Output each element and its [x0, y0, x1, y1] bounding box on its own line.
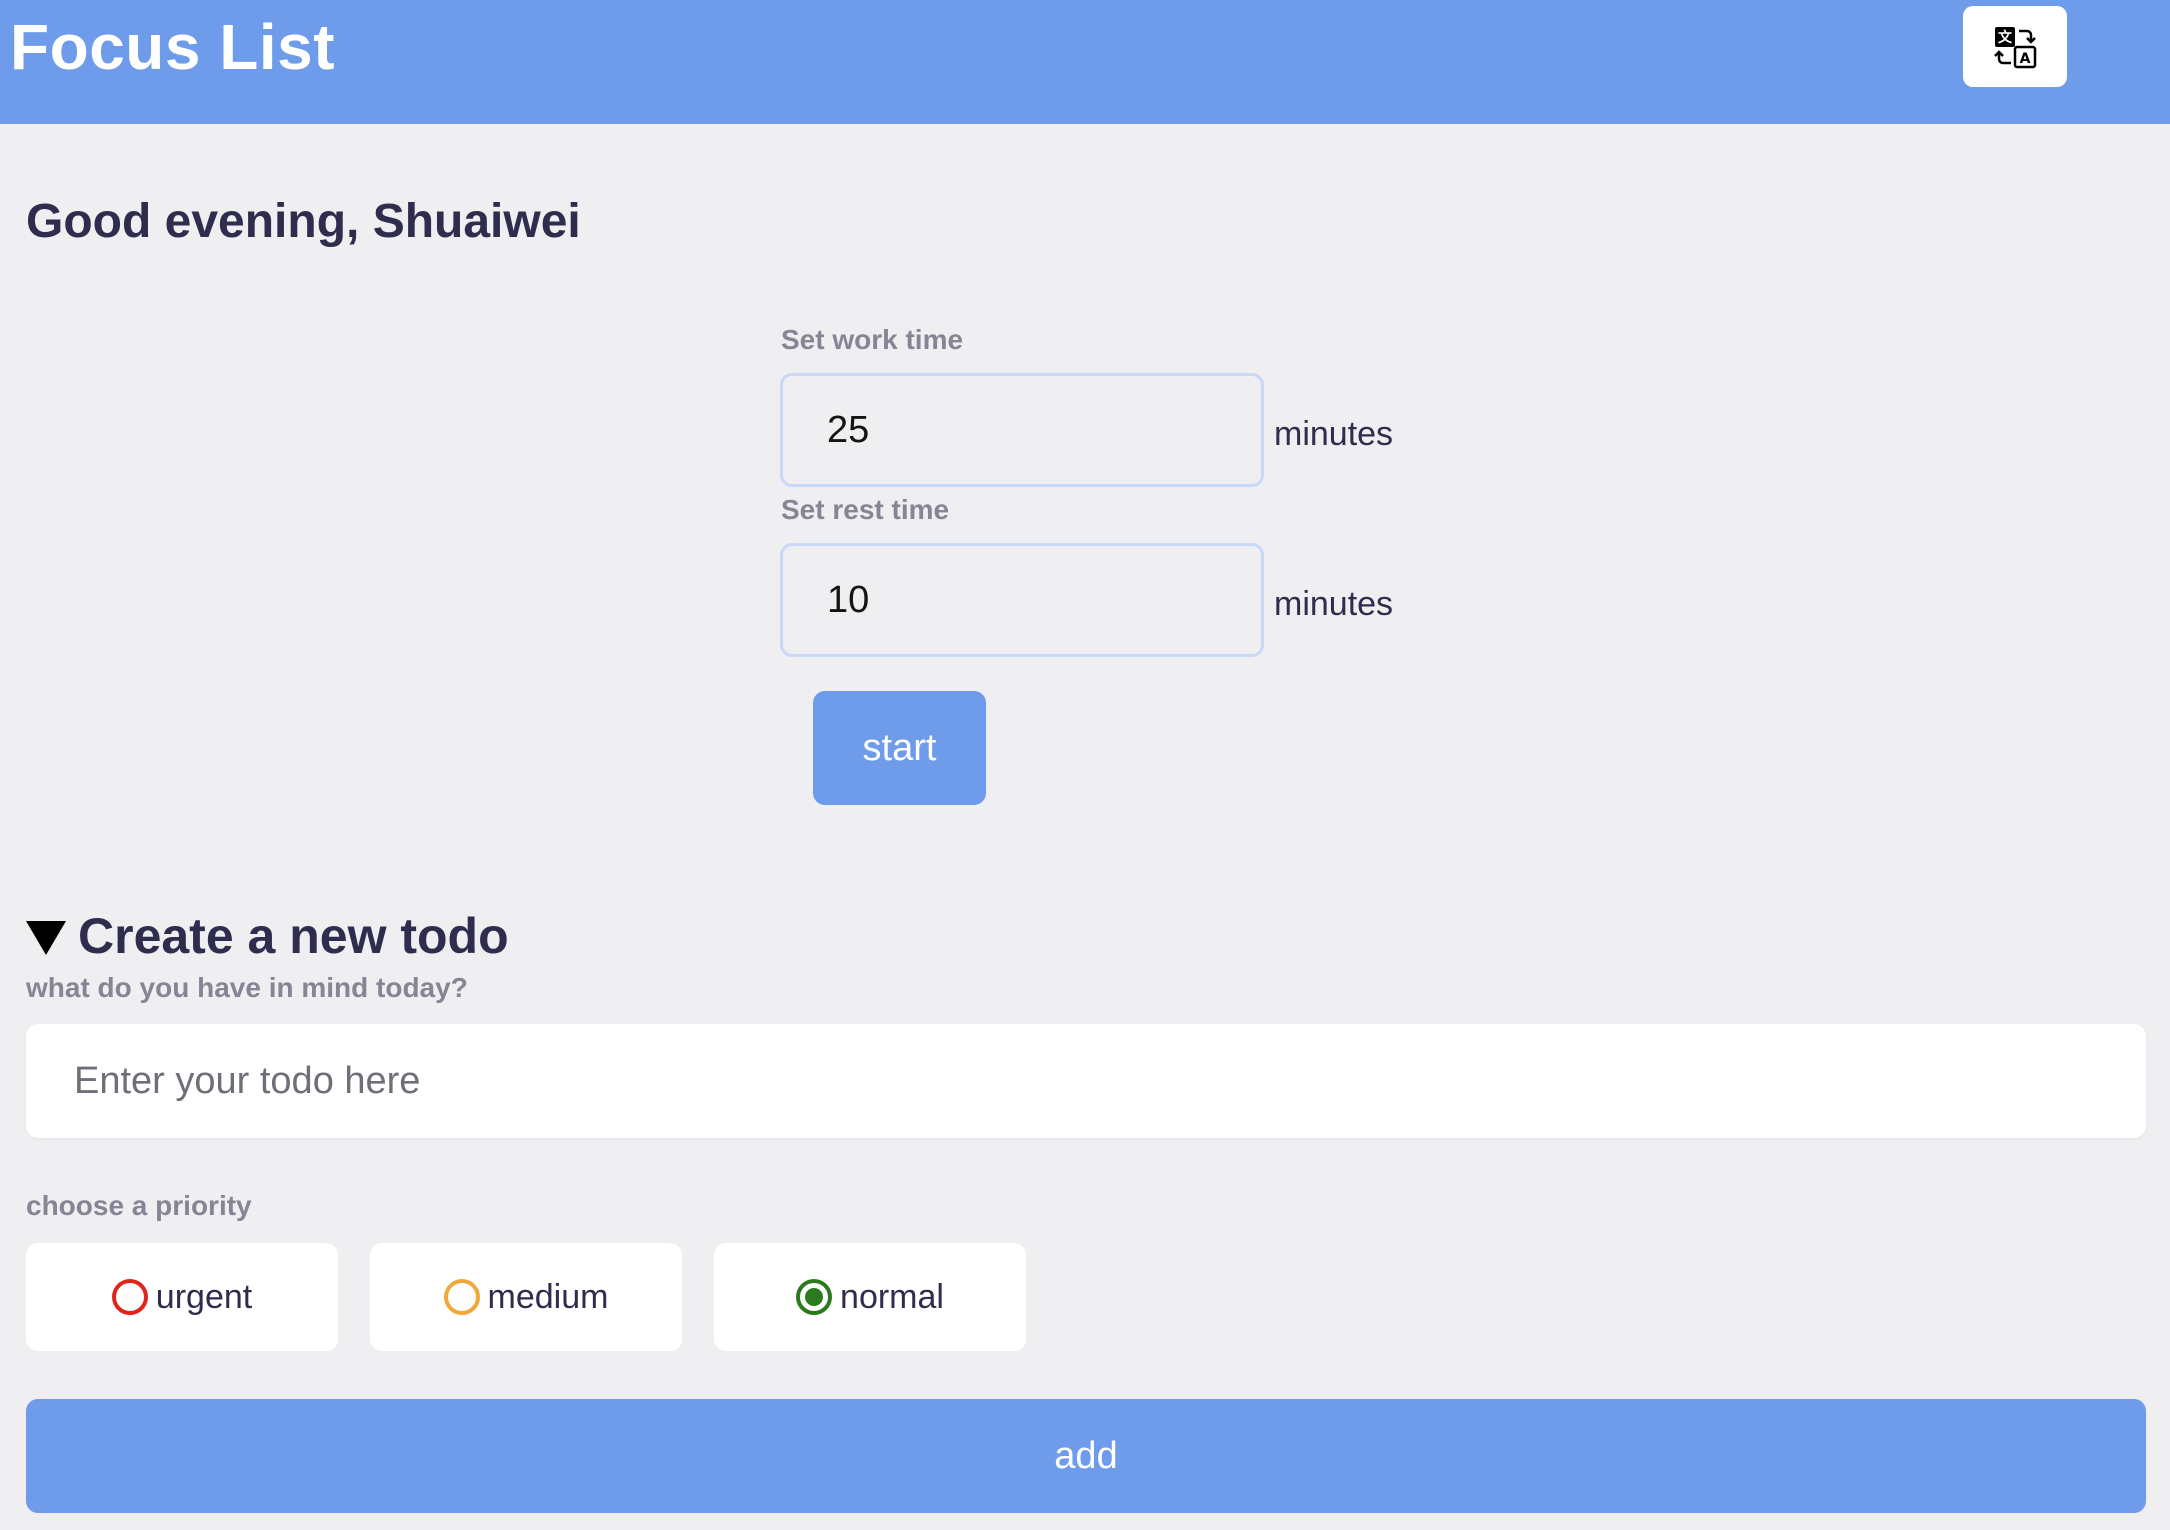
translate-icon: 文 A: [1994, 26, 2037, 68]
priority-option-urgent[interactable]: urgent: [26, 1243, 338, 1351]
priority-label-normal: normal: [840, 1278, 944, 1316]
work-time-unit: minutes: [1274, 415, 1394, 453]
svg-text:A: A: [2020, 51, 2031, 67]
urgent-radio[interactable]: [111, 1279, 148, 1315]
app-title: Focus List: [10, 11, 336, 83]
priority-label-urgent: urgent: [155, 1278, 253, 1316]
rest-time-input[interactable]: [780, 543, 1264, 657]
medium-radio[interactable]: [443, 1279, 480, 1315]
create-todo-title: Create a new todo: [78, 908, 509, 964]
todo-prompt: what do you have in mind today?: [26, 972, 468, 1003]
rest-time-label: Set rest time: [781, 494, 950, 525]
priority-option-medium[interactable]: medium: [370, 1243, 682, 1351]
priority-option-normal[interactable]: normal: [714, 1243, 1026, 1351]
language-switch-button[interactable]: 文 A: [1963, 6, 2067, 87]
todo-input[interactable]: [26, 1024, 2146, 1138]
normal-radio[interactable]: [796, 1279, 833, 1315]
add-todo-button[interactable]: add: [26, 1399, 2146, 1513]
app-header: Focus List 文 A: [0, 0, 2170, 124]
work-time-label: Set work time: [781, 324, 964, 355]
create-todo-toggle[interactable]: Create a new todo: [26, 902, 509, 970]
priority-label: choose a priority: [26, 1190, 252, 1221]
work-time-input[interactable]: [780, 373, 1264, 487]
rest-time-unit: minutes: [1274, 585, 1394, 623]
greeting-heading: Good evening, Shuaiwei: [26, 195, 581, 248]
triangle-down-icon: [26, 921, 66, 955]
priority-label-medium: medium: [487, 1278, 609, 1316]
start-button[interactable]: start: [813, 691, 986, 805]
svg-text:文: 文: [1998, 29, 2013, 46]
